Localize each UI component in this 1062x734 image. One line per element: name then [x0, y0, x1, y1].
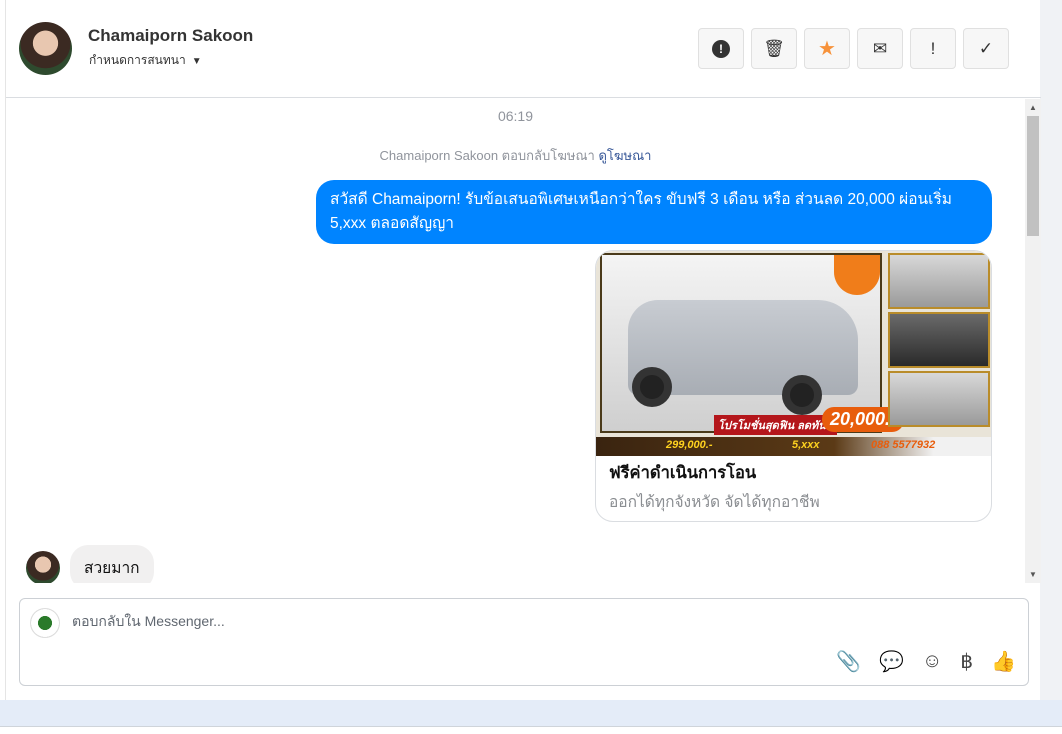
assign-label: กำหนดการสนทนา — [89, 53, 186, 67]
price-text: 299,000.- — [666, 439, 713, 451]
thumbnail — [888, 253, 990, 309]
installment-text: 5,xxx — [792, 439, 820, 451]
wheel — [782, 375, 822, 415]
reply-input[interactable] — [72, 613, 972, 629]
payment-icon[interactable]: ฿ — [960, 649, 973, 674]
incoming-message: สวยมาก — [70, 545, 154, 583]
trash-icon: 🗑 — [763, 38, 785, 58]
ad-reply-notice: Chamaiporn Sakoon ตอบกลับโฆษณา ดูโฆษณา — [6, 145, 1025, 166]
promo-text: โปรโมชั่นสุดฟิน ลดทันที — [714, 415, 838, 435]
emoji-icon[interactable]: ☺ — [922, 650, 942, 673]
reply-composer: 📎 💬 ☺ ฿ 👍 — [19, 598, 1029, 686]
page-logo — [30, 608, 60, 638]
saved-replies-icon[interactable]: 💬 — [879, 649, 904, 674]
ad-title: ฟรีค่าดำเนินการโอน — [609, 464, 757, 482]
star-button[interactable]: ★ — [804, 28, 850, 69]
contact-name[interactable]: Chamaiporn Sakoon — [88, 26, 253, 46]
delete-button[interactable]: 🗑 — [751, 28, 797, 69]
ad-image: โปรโมชั่นสุดฟิน ลดทันที 20,000.- 299,000… — [596, 251, 991, 456]
side-strip — [1040, 0, 1062, 700]
timestamp: 06:19 — [497, 108, 534, 124]
mark-important-button[interactable]: ! — [910, 28, 956, 69]
ad-card[interactable]: โปรโมชั่นสุดฟิน ลดทันที 20,000.- 299,000… — [595, 250, 992, 522]
mark-done-button[interactable]: ✓ — [963, 28, 1009, 69]
wheel — [632, 367, 672, 407]
assign-conversation-dropdown[interactable]: กำหนดการสนทนา ▼ — [89, 51, 202, 70]
scroll-down-icon[interactable]: ▼ — [1029, 570, 1037, 579]
report-spam-button[interactable]: ! — [698, 28, 744, 69]
conversation-panel: Chamaiporn Sakoon กำหนดการสนทนา ▼ ! 🗑 ★ ✉… — [5, 0, 1041, 700]
star-icon: ★ — [818, 38, 836, 60]
outgoing-message: สวัสดี Chamaiporn! รับข้อเสนอพิเศษเหนือก… — [316, 180, 992, 244]
view-ad-link[interactable]: ดูโฆษณา — [598, 148, 651, 163]
contact-avatar[interactable] — [19, 22, 72, 75]
scroll-up-icon[interactable]: ▲ — [1029, 103, 1037, 112]
attachment-icon[interactable]: 📎 — [836, 649, 861, 674]
mark-unread-button[interactable]: ✉ — [857, 28, 903, 69]
car-photo: โปรโมชั่นสุดฟิน ลดทันที 20,000.- — [600, 253, 905, 435]
ad-description: ออกได้ทุกจังหวัด จัดได้ทุกอาชีพ — [609, 494, 820, 511]
thumbnail — [888, 371, 990, 427]
check-icon: ✓ — [978, 38, 994, 58]
envelope-icon: ✉ — [872, 38, 888, 58]
thumbs-up-icon[interactable]: 👍 — [991, 649, 1016, 674]
composer-tools: 📎 💬 ☺ ฿ 👍 — [836, 649, 1016, 674]
scrollbar[interactable]: ▲ ▼ — [1025, 99, 1041, 583]
conversation-header: Chamaiporn Sakoon กำหนดการสนทนา ▼ ! 🗑 ★ ✉… — [6, 0, 1041, 98]
message-list: 06:19 Chamaiporn Sakoon ตอบกลับโฆษณา ดูโ… — [6, 99, 1041, 583]
thumbnail-column — [888, 253, 990, 430]
caret-down-icon: ▼ — [191, 56, 202, 67]
alert-circle-icon: ! — [712, 39, 730, 58]
page-background — [0, 700, 1062, 726]
sender-avatar — [26, 551, 60, 583]
ad-reply-text: Chamaiporn Sakoon ตอบกลับโฆษณา — [379, 148, 595, 163]
phone-text: 088 5577932 — [871, 439, 936, 451]
divider — [0, 726, 1062, 727]
exclamation-icon: ! — [930, 38, 936, 58]
promo-badge — [834, 255, 880, 295]
action-toolbar: ! 🗑 ★ ✉ ! ✓ — [698, 28, 1009, 69]
price-strip: 299,000.- 5,xxx 088 5577932 — [596, 437, 991, 456]
scrollbar-thumb[interactable] — [1027, 116, 1039, 236]
thumbnail — [888, 312, 990, 368]
